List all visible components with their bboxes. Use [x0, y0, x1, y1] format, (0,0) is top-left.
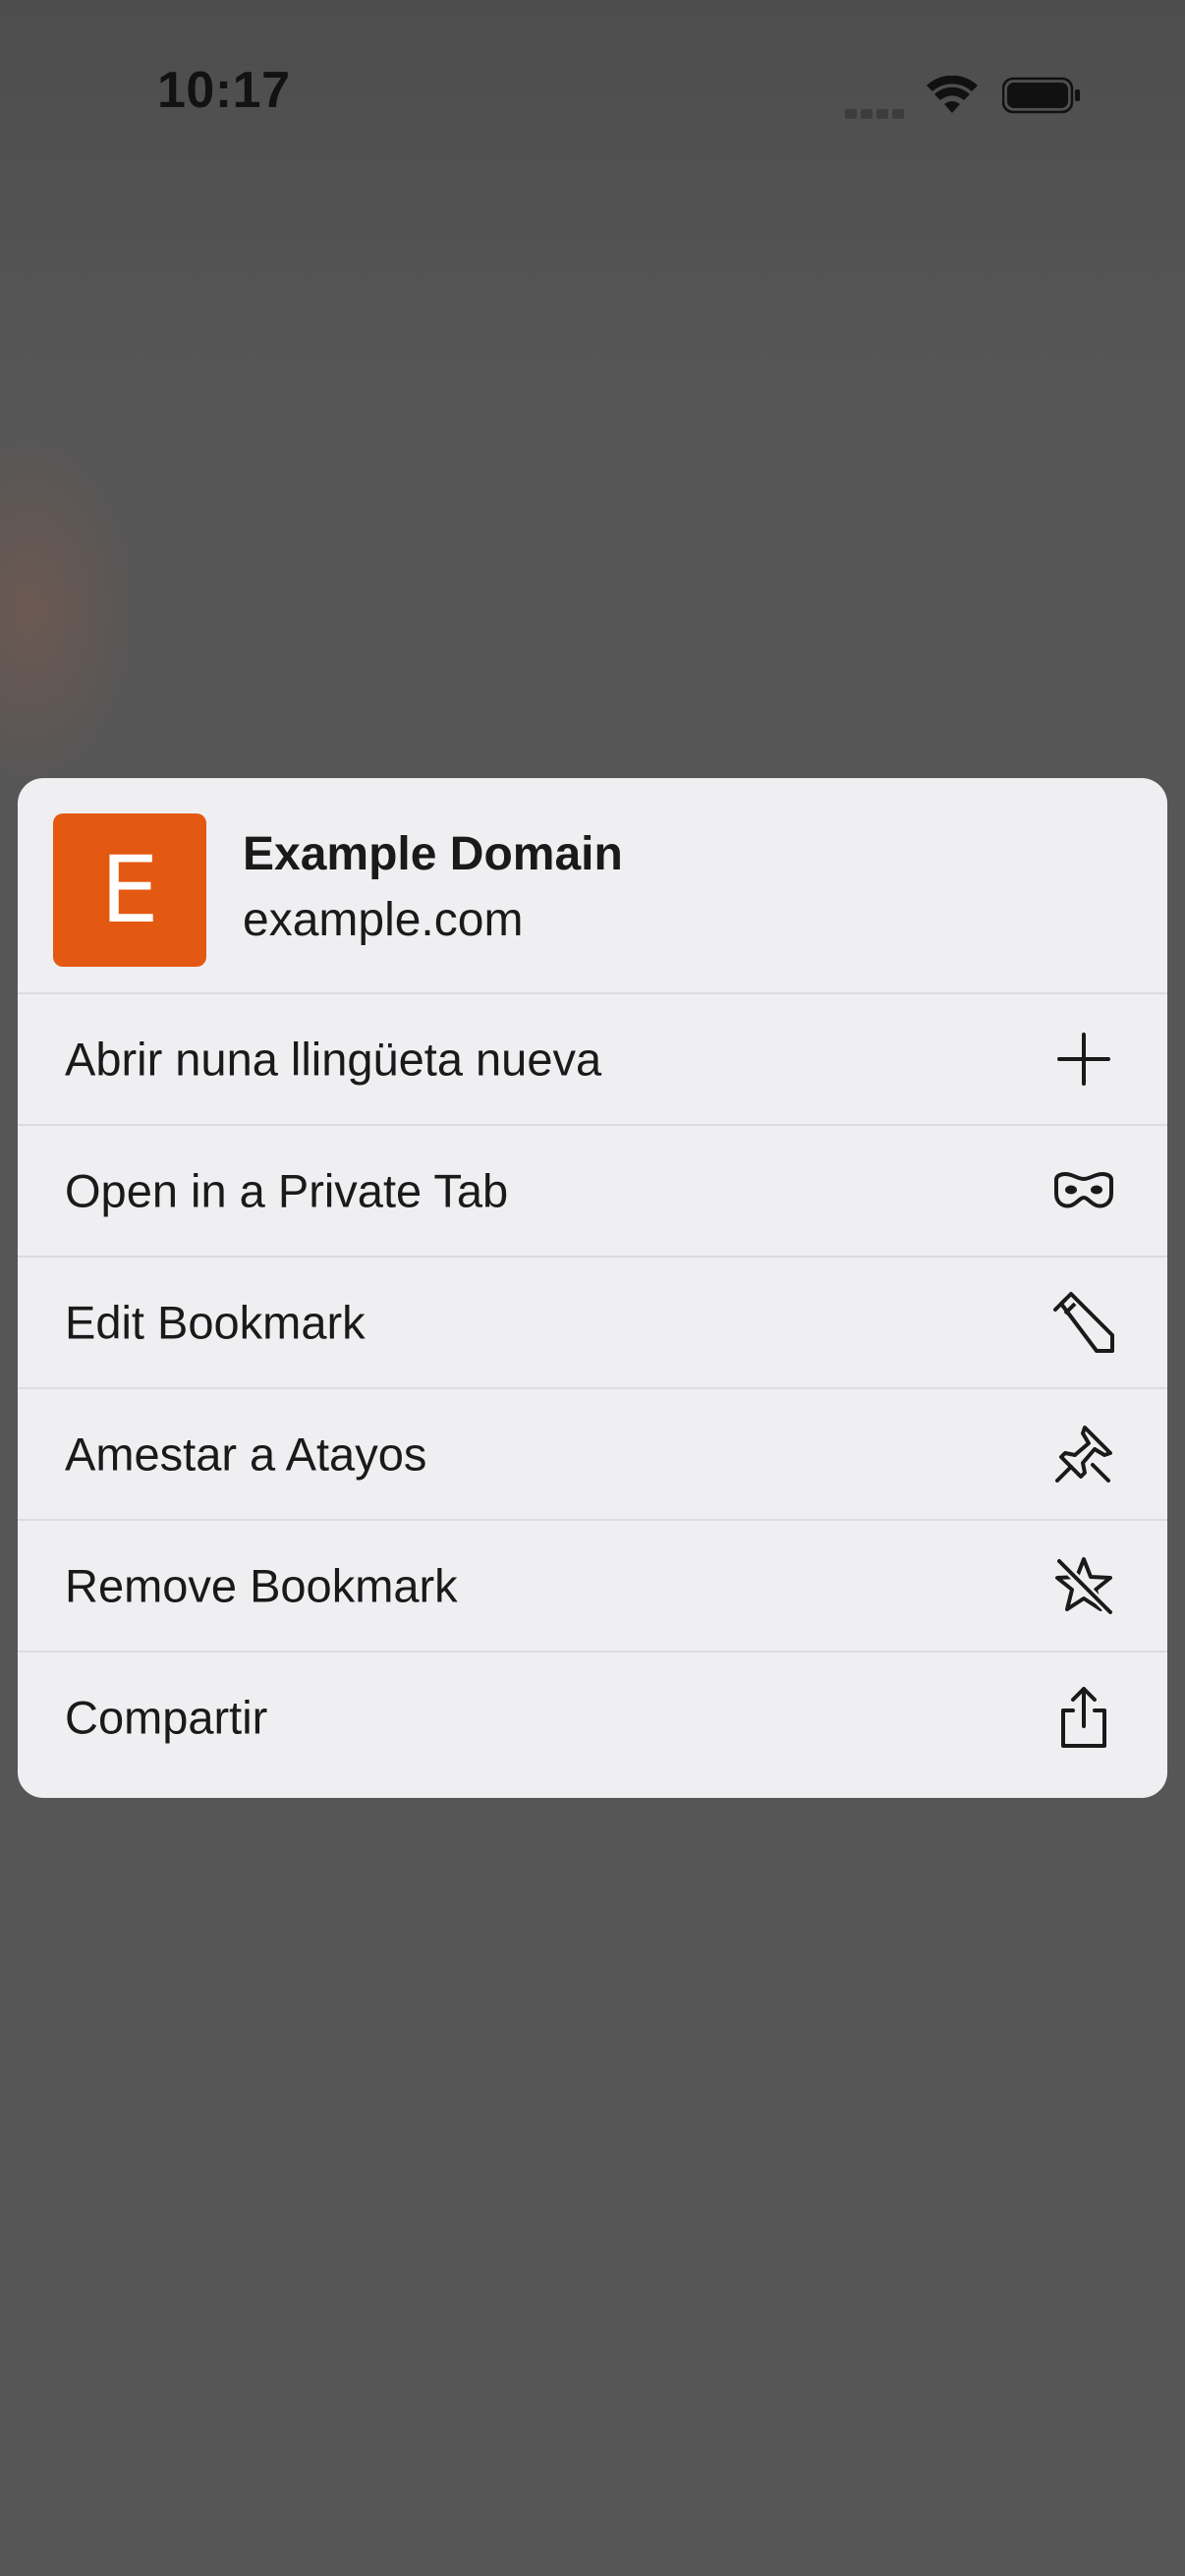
site-title: Example Domain — [243, 828, 623, 880]
pencil-icon — [1051, 1290, 1116, 1355]
site-favicon: E — [53, 813, 206, 967]
site-url: example.com — [243, 894, 524, 946]
menu-item-open-private-tab[interactable]: Open in a Private Tab — [18, 1124, 1167, 1256]
menu-item-label: Abrir nuna llingüeta nueva — [65, 1033, 602, 1086]
wifi-icon — [927, 76, 978, 113]
status-icons — [845, 71, 1081, 120]
menu-header: E Example Domain example.com — [18, 778, 1167, 992]
share-icon — [1051, 1685, 1116, 1750]
bookmark-context-menu: E Example Domain example.com Abrir nuna … — [18, 778, 1167, 1798]
menu-item-open-new-tab[interactable]: Abrir nuna llingüeta nueva — [18, 992, 1167, 1124]
pin-icon — [1051, 1422, 1116, 1486]
status-bar: 10:17 — [0, 0, 1185, 187]
menu-item-label: Edit Bookmark — [65, 1296, 366, 1349]
menu-item-add-to-shortcuts[interactable]: Amestar a Atayos — [18, 1387, 1167, 1519]
cellular-signal-icon — [845, 89, 904, 119]
battery-icon — [1002, 77, 1080, 114]
menu-item-label: Remove Bookmark — [65, 1559, 458, 1612]
menu-item-label: Compartir — [65, 1691, 268, 1744]
menu-item-label: Open in a Private Tab — [65, 1164, 509, 1217]
menu-item-share[interactable]: Compartir — [18, 1651, 1167, 1782]
star-slash-icon — [1051, 1553, 1116, 1618]
menu-item-remove-bookmark[interactable]: Remove Bookmark — [18, 1519, 1167, 1651]
status-time: 10:17 — [157, 62, 291, 119]
menu-item-label: Amestar a Atayos — [65, 1428, 427, 1481]
menu-item-edit-bookmark[interactable]: Edit Bookmark — [18, 1256, 1167, 1387]
private-mask-icon — [1051, 1158, 1116, 1223]
plus-icon — [1051, 1027, 1116, 1092]
